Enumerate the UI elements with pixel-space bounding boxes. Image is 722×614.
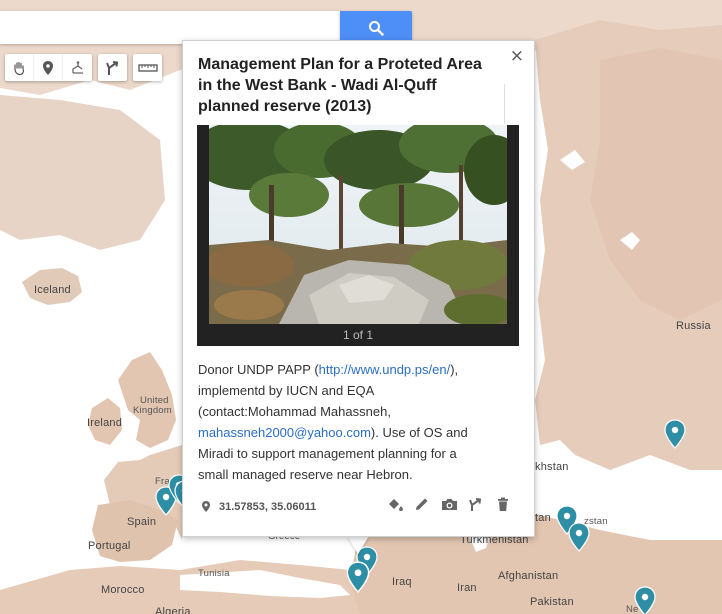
label-iraq: Iraq [392, 576, 412, 588]
label-kazakhstan: khstan [535, 461, 569, 473]
draw-line-tool-button[interactable] [63, 54, 92, 81]
label-russia: Russia [676, 320, 711, 332]
trash-icon [498, 497, 508, 511]
label-iran: Iran [457, 582, 477, 594]
delete-button[interactable] [494, 495, 512, 513]
label-algeria: Algeria [155, 606, 191, 614]
close-icon[interactable]: × [510, 48, 524, 65]
label-tajikistan: tan [535, 512, 551, 524]
paint-bucket-icon [388, 498, 403, 511]
location-pin-icon [202, 501, 210, 512]
map-pin[interactable] [634, 586, 656, 614]
label-afghanistan: Afghanistan [498, 570, 559, 582]
photo-image [209, 125, 507, 324]
photo-viewer[interactable]: 1 of 1 [197, 125, 519, 346]
map-pin[interactable] [568, 522, 590, 552]
marker-icon [43, 60, 53, 75]
style-button[interactable] [386, 495, 404, 513]
popup-title: Management Plan for a Proteted Area in t… [198, 56, 482, 115]
map-pin-selected[interactable] [346, 561, 370, 593]
label-morocco: Morocco [101, 584, 145, 596]
ruler-icon [137, 63, 158, 72]
place-photo[interactable] [209, 125, 507, 324]
search-icon [369, 20, 384, 36]
website-link[interactable]: http://www.undp.ps/en/ [319, 362, 451, 377]
tool-group-directions [98, 54, 127, 81]
camera-icon [441, 499, 457, 510]
popup-pointer [347, 536, 369, 554]
add-marker-tool-button[interactable] [34, 54, 63, 81]
directions-button[interactable] [467, 495, 485, 513]
pan-tool-button[interactable] [5, 54, 34, 81]
directions-tool-button[interactable] [98, 54, 127, 81]
label-portugal: Portugal [88, 540, 131, 552]
add-photo-button[interactable] [440, 495, 458, 513]
measure-tool-button[interactable] [133, 54, 162, 81]
label-ireland: Ireland [87, 417, 123, 429]
info-popup: × Management Plan for a Proteted Area in… [182, 40, 535, 537]
email-link[interactable]: mahassneh2000@yahoo.com [198, 425, 371, 440]
coordinates-text: 31.57853, 35.06011 [219, 500, 317, 513]
label-kingdom: Kingdom [133, 405, 172, 416]
popup-scrollbar[interactable] [504, 84, 505, 124]
popup-actions [377, 495, 512, 513]
draw-line-icon [71, 60, 83, 74]
tool-group-measure [133, 54, 162, 81]
directions-icon [105, 60, 118, 75]
hand-pan-icon [14, 61, 25, 75]
label-tunisia: Tunisia [198, 568, 230, 579]
label-iceland: Iceland [34, 284, 71, 296]
pencil-icon [416, 498, 428, 510]
map-pin[interactable] [664, 419, 686, 449]
label-spain: Spain [127, 516, 157, 528]
photo-counter: 1 of 1 [342, 328, 374, 342]
coordinates: 31.57853, 35.06011 [201, 500, 316, 513]
tool-group-draw [5, 54, 92, 81]
edit-button[interactable] [413, 495, 431, 513]
directions-icon [469, 497, 482, 511]
popup-description: Donor UNDP PAPP (http://www.undp.ps/en/)… [198, 359, 478, 485]
map-toolbar [5, 54, 168, 81]
desc-text: Donor UNDP PAPP ( [198, 362, 319, 377]
label-pakistan: Pakistan [530, 596, 574, 608]
